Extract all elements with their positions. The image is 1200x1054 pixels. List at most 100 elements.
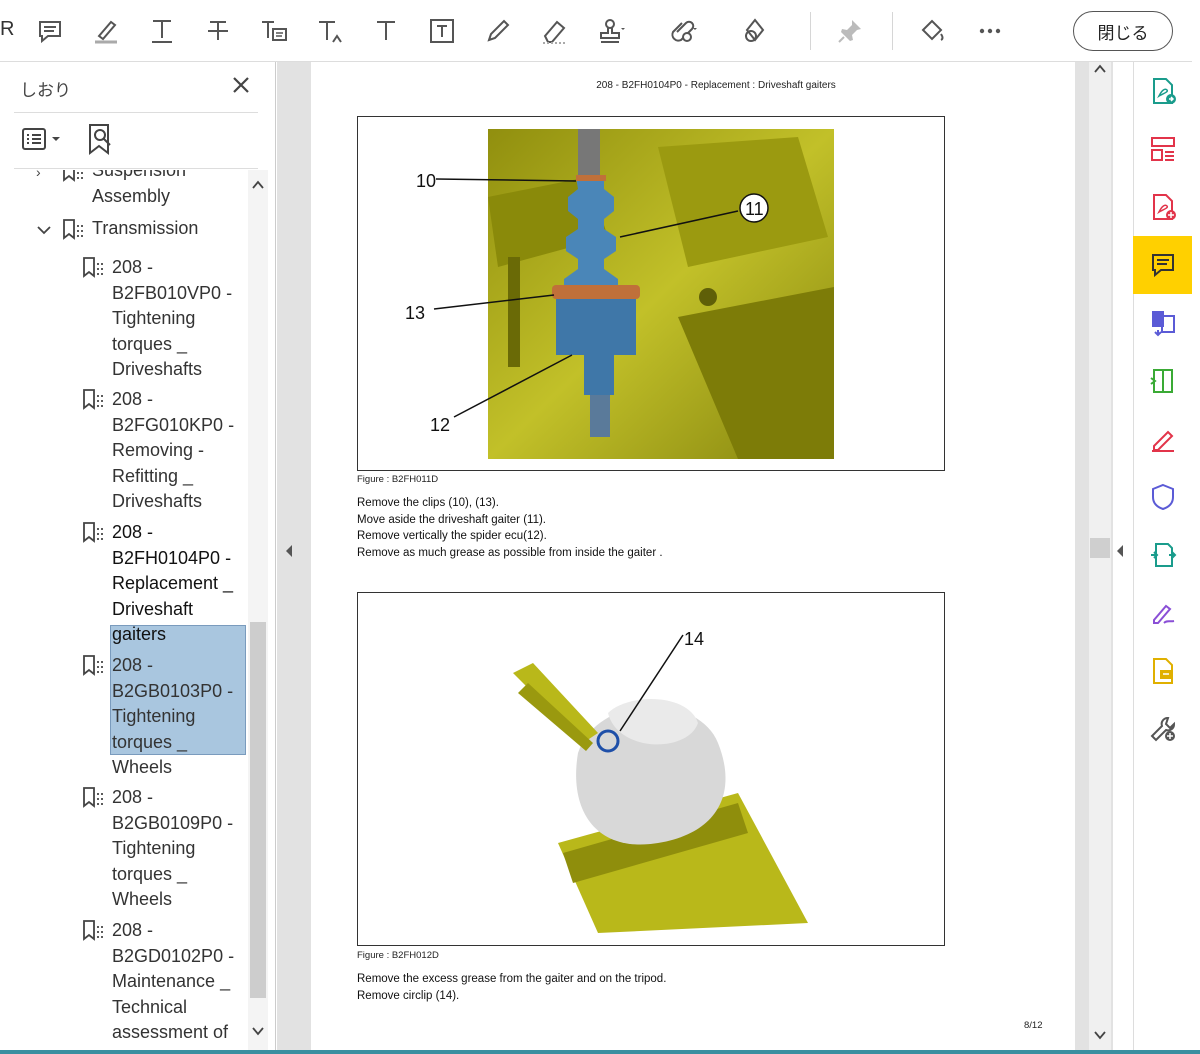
bookmark-icon (83, 389, 103, 410)
bookmark-line[interactable]: B2GB0103P0 - (112, 679, 233, 705)
highlight-icon[interactable] (88, 12, 124, 50)
bookmark-line[interactable]: 208 - (112, 918, 153, 944)
eraser-icon[interactable] (536, 12, 572, 50)
pin-icon[interactable] (832, 12, 868, 50)
bookmark-line[interactable]: Wheels (112, 755, 172, 781)
organize-pages-icon[interactable] (1133, 120, 1192, 178)
instruction-step: Remove vertically the spider ecu(12). (357, 530, 547, 542)
chevron-down-icon[interactable] (36, 223, 52, 237)
add-text-icon[interactable] (368, 12, 404, 50)
driveshaft-gaiter-photo: 10 11 13 12 (405, 129, 834, 459)
bookmark-line[interactable]: Maintenance _ (112, 969, 230, 995)
bookmark-line[interactable]: Removing - (112, 438, 204, 464)
chevron-right-icon[interactable]: › (36, 170, 41, 180)
send-track-icon[interactable] (1133, 526, 1192, 584)
bookmark-icon (63, 170, 83, 182)
bookmark-line[interactable]: B2GD0102P0 - (112, 944, 234, 970)
bookmark-line[interactable]: B2FH0104P0 - (112, 546, 231, 572)
callout-label: 12 (430, 415, 450, 435)
bookmark-line[interactable]: Technical (112, 995, 187, 1021)
window-edge (1192, 0, 1200, 1054)
bookmark-icon (83, 522, 103, 543)
callout-label: 14 (684, 629, 704, 649)
bookmark-line[interactable]: Driveshafts (112, 357, 202, 383)
strikethrough-icon[interactable] (200, 12, 236, 50)
bookmark-line[interactable]: Refitting _ (112, 464, 193, 490)
text-box-icon[interactable] (424, 12, 460, 50)
bookmark-line[interactable]: B2GB0109P0 - (112, 811, 233, 837)
instruction-step: Remove the excess grease from the gaiter… (357, 973, 667, 985)
pencil-icon[interactable] (480, 12, 516, 50)
bookmark-line[interactable]: Tightening (112, 306, 195, 332)
bookmark-icon (83, 787, 103, 808)
bookmark-label[interactable]: Suspension (92, 170, 186, 184)
bookmark-line[interactable]: gaiters (112, 622, 166, 648)
figure-2-caption: Figure : B2FH012D (357, 950, 439, 961)
more-icon[interactable] (972, 12, 1008, 50)
bookmark-line[interactable]: torques _ (112, 332, 187, 358)
stamp-icon[interactable] (594, 12, 630, 50)
bookmark-line[interactable]: 208 - (112, 785, 153, 811)
figure-1: 10 11 13 12 (357, 116, 945, 471)
figure-2: 14 (357, 592, 945, 946)
scroll-down-icon[interactable] (252, 1026, 264, 1036)
bookmark-line[interactable]: Replacement _ (112, 571, 233, 597)
bookmarks-panel: しおり › Suspension Assembly Transmission 2… (0, 62, 276, 1050)
instruction-step: Remove circlip (14). (357, 989, 460, 1002)
bookmark-line[interactable]: Tightening (112, 836, 195, 862)
bookmark-line[interactable]: assessment of (112, 1020, 228, 1046)
bookmark-line[interactable]: Tightening (112, 704, 195, 730)
bookmark-line[interactable]: 208 - (112, 387, 153, 413)
collapse-left-panel-icon[interactable] (284, 544, 294, 558)
callout-label: 13 (405, 303, 425, 323)
compress-icon[interactable] (1133, 352, 1192, 410)
bookmark-line[interactable]: 208 - (112, 520, 153, 546)
rich-media-icon[interactable] (1133, 642, 1192, 700)
sign-icon[interactable] (1133, 584, 1192, 642)
shapes-icon[interactable] (738, 12, 774, 50)
instruction-step: Remove as much grease as possible from i… (357, 546, 663, 559)
attach-file-icon[interactable] (666, 12, 702, 50)
bookmark-line[interactable]: Driveshaft (112, 597, 193, 623)
bookmark-label-transmission[interactable]: Transmission (92, 216, 198, 242)
document-scroll-thumb[interactable] (1090, 538, 1110, 558)
comment-tool-icon[interactable] (1133, 236, 1192, 294)
scroll-up-icon[interactable] (1094, 64, 1106, 74)
panel-divider (14, 168, 258, 169)
bookmark-line[interactable]: torques _ (112, 862, 187, 888)
bookmark-line[interactable]: Wheels (112, 887, 172, 913)
close-icon[interactable] (228, 72, 254, 98)
collapse-right-panel-icon[interactable] (1115, 544, 1125, 558)
fill-sign-icon[interactable] (1133, 410, 1192, 468)
fill-icon[interactable] (914, 12, 950, 50)
callout-label: 11 (745, 199, 764, 219)
bookmark-tree: › Suspension Assembly Transmission 208 -… (0, 170, 246, 1050)
find-bookmark-icon[interactable] (86, 122, 116, 156)
scroll-up-icon[interactable] (252, 180, 264, 190)
bookmark-options-icon[interactable] (20, 124, 66, 154)
callout-label: 10 (416, 171, 436, 191)
replace-text-icon[interactable] (256, 12, 292, 50)
bookmark-label[interactable]: Assembly (92, 184, 170, 210)
bookmark-icon (83, 257, 103, 278)
bookmark-line[interactable]: 208 - (112, 255, 153, 281)
close-button[interactable]: 閉じる (1073, 11, 1173, 51)
insert-text-icon[interactable] (312, 12, 348, 50)
window-bottom-edge (0, 1050, 1200, 1054)
bookmarks-scroll-thumb[interactable] (250, 622, 266, 998)
bookmark-line[interactable]: 208 - (112, 653, 153, 679)
scroll-down-icon[interactable] (1094, 1030, 1106, 1040)
bookmark-line[interactable]: B2FG010KP0 - (112, 413, 234, 439)
bookmark-icon (83, 920, 103, 941)
combine-files-icon[interactable] (1133, 294, 1192, 352)
bookmark-line[interactable]: Driveshafts (112, 489, 202, 515)
export-pdf-icon[interactable] (1133, 62, 1192, 120)
more-tools-icon[interactable] (1133, 700, 1192, 758)
bookmark-line[interactable]: torques _ (112, 730, 187, 756)
bookmark-icon (83, 655, 103, 676)
protect-icon[interactable] (1133, 468, 1192, 526)
create-pdf-icon[interactable] (1133, 178, 1192, 236)
bookmark-line[interactable]: B2FB010VP0 - (112, 281, 232, 307)
underline-text-icon[interactable] (144, 12, 180, 50)
comment-icon[interactable] (32, 12, 68, 50)
